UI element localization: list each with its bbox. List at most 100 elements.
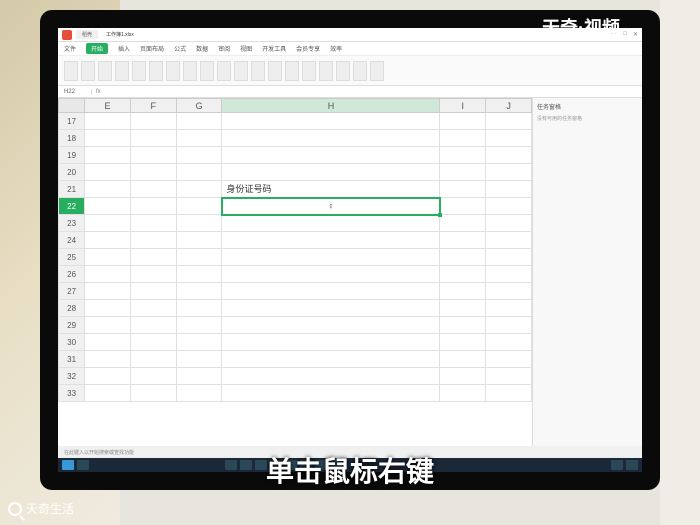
select-all-corner[interactable] — [59, 99, 85, 113]
close-icon[interactable]: ✕ — [633, 31, 638, 38]
ribbon-cell[interactable] — [234, 61, 248, 81]
col-header-J[interactable]: J — [486, 99, 532, 113]
menu-view[interactable]: 视图 — [240, 44, 252, 53]
cell[interactable] — [440, 317, 486, 334]
menu-file[interactable]: 文件 — [64, 44, 76, 53]
start-button[interactable] — [62, 460, 74, 470]
cell[interactable] — [486, 351, 532, 368]
cell[interactable] — [486, 147, 532, 164]
col-header-F[interactable]: F — [130, 99, 176, 113]
cell[interactable] — [85, 317, 131, 334]
cell[interactable] — [486, 266, 532, 283]
search-icon[interactable] — [77, 460, 89, 470]
cell[interactable] — [130, 334, 176, 351]
cell[interactable] — [176, 334, 222, 351]
ribbon-tools[interactable] — [370, 61, 384, 81]
cell[interactable] — [222, 317, 440, 334]
ribbon-bold[interactable] — [132, 61, 146, 81]
tray-icon[interactable] — [611, 460, 623, 470]
cell[interactable] — [130, 351, 176, 368]
cell[interactable] — [130, 385, 176, 402]
cell[interactable] — [486, 215, 532, 232]
cell[interactable] — [85, 351, 131, 368]
cell[interactable] — [85, 249, 131, 266]
col-header-G[interactable]: G — [176, 99, 222, 113]
menu-layout[interactable]: 页面布局 — [140, 44, 164, 53]
cell[interactable] — [176, 317, 222, 334]
cell[interactable] — [486, 317, 532, 334]
cell[interactable] — [85, 164, 131, 181]
cell[interactable] — [440, 266, 486, 283]
cell[interactable] — [130, 232, 176, 249]
cell[interactable] — [440, 113, 486, 130]
cell[interactable] — [85, 232, 131, 249]
row-header[interactable]: 31 — [59, 351, 85, 368]
cell[interactable] — [85, 368, 131, 385]
row-header[interactable]: 17 — [59, 113, 85, 130]
doc-tab-1[interactable]: 工作簿1.xlsx — [100, 30, 140, 39]
ribbon-paste[interactable] — [64, 61, 78, 81]
cell[interactable] — [486, 181, 532, 198]
cell[interactable] — [222, 385, 440, 402]
row-header[interactable]: 19 — [59, 147, 85, 164]
taskbar-app[interactable] — [240, 460, 252, 470]
ribbon-font[interactable] — [98, 61, 112, 81]
cell[interactable] — [85, 113, 131, 130]
cell[interactable] — [440, 300, 486, 317]
cell[interactable] — [85, 300, 131, 317]
cell[interactable] — [486, 334, 532, 351]
cell[interactable] — [176, 130, 222, 147]
doc-tab-0[interactable]: 稻壳 — [76, 30, 98, 39]
cell[interactable] — [176, 266, 222, 283]
cell[interactable] — [85, 215, 131, 232]
cell[interactable] — [440, 164, 486, 181]
cell[interactable] — [85, 283, 131, 300]
cell[interactable] — [440, 130, 486, 147]
cell[interactable] — [440, 249, 486, 266]
ribbon-freeze[interactable] — [336, 61, 350, 81]
cell[interactable] — [130, 215, 176, 232]
cell[interactable] — [130, 113, 176, 130]
menu-review[interactable]: 审阅 — [218, 44, 230, 53]
cell[interactable] — [222, 147, 440, 164]
cell[interactable] — [85, 181, 131, 198]
ribbon-number[interactable] — [200, 61, 214, 81]
cell[interactable] — [130, 147, 176, 164]
row-header-active[interactable]: 22 — [59, 198, 85, 215]
cell[interactable] — [176, 147, 222, 164]
cell[interactable] — [176, 164, 222, 181]
ribbon-align[interactable] — [149, 61, 163, 81]
menu-vip[interactable]: 会员专享 — [296, 44, 320, 53]
cell[interactable] — [176, 113, 222, 130]
menu-eff[interactable]: 效率 — [330, 44, 342, 53]
cell[interactable] — [486, 368, 532, 385]
maximize-icon[interactable]: □ — [623, 31, 627, 38]
cell[interactable] — [440, 334, 486, 351]
menu-formula[interactable]: 公式 — [174, 44, 186, 53]
cell[interactable] — [130, 283, 176, 300]
cell-H21[interactable]: 身份证号码 — [222, 181, 440, 198]
cell[interactable] — [486, 164, 532, 181]
col-header-H[interactable]: H — [222, 99, 440, 113]
cell[interactable] — [222, 130, 440, 147]
cell[interactable] — [440, 283, 486, 300]
ribbon-merge[interactable] — [166, 61, 180, 81]
menu-insert[interactable]: 插入 — [118, 44, 130, 53]
cell[interactable] — [486, 113, 532, 130]
row-header[interactable]: 32 — [59, 368, 85, 385]
row-header[interactable]: 29 — [59, 317, 85, 334]
app-logo[interactable] — [62, 30, 72, 40]
cell[interactable] — [176, 215, 222, 232]
cell[interactable] — [85, 334, 131, 351]
cell[interactable] — [176, 249, 222, 266]
cell[interactable] — [85, 266, 131, 283]
cell[interactable] — [176, 198, 222, 215]
ribbon-filter[interactable] — [302, 61, 316, 81]
ribbon-size[interactable] — [115, 61, 129, 81]
cell[interactable] — [486, 198, 532, 215]
cell[interactable] — [222, 215, 440, 232]
cell[interactable] — [486, 385, 532, 402]
cell[interactable] — [440, 368, 486, 385]
ribbon-sort[interactable] — [285, 61, 299, 81]
cell[interactable] — [486, 232, 532, 249]
